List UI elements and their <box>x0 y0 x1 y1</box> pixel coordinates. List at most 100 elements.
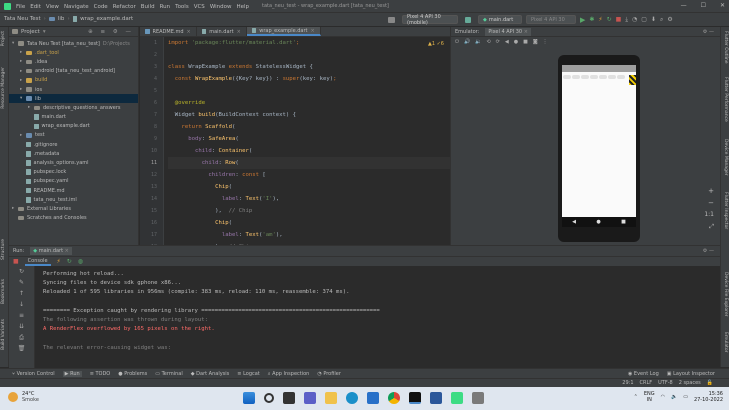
run-config-tab[interactable]: ◆ main.dart × <box>30 247 72 255</box>
hot-reload-icon[interactable]: ⚡ <box>598 16 602 23</box>
line-number[interactable]: 9 <box>140 133 163 145</box>
tree-item[interactable]: .metadata <box>9 149 138 158</box>
menu-tools[interactable]: Tools <box>175 4 189 10</box>
console-output[interactable]: Performing hot reload... Syncing files to… <box>43 270 720 353</box>
caret-position[interactable]: 29:1 <box>622 380 633 386</box>
hot-reload-icon[interactable]: ⚡ <box>57 258 61 265</box>
close-icon[interactable]: ✕ <box>720 2 725 9</box>
menu-build[interactable]: Build <box>141 4 155 10</box>
profiler-tool[interactable]: ◔ Profiler <box>317 371 341 377</box>
volume-down-icon[interactable]: 🔉 <box>475 39 481 45</box>
tab-main-dart[interactable]: main.dart × <box>197 27 247 36</box>
line-number[interactable]: 6 <box>140 97 163 109</box>
power-icon[interactable]: ⏻ <box>455 39 459 45</box>
run-config-selector[interactable]: ◆ main.dart <box>478 15 522 24</box>
chrome-icon[interactable] <box>388 392 400 404</box>
logcat-tool[interactable]: ≡ Logcat <box>237 371 260 377</box>
device-manager-icon[interactable]: ▢ <box>641 16 647 23</box>
bookmarks-tool-tab[interactable]: Bookmarks <box>1 279 6 304</box>
line-number[interactable]: 12 <box>140 169 163 181</box>
close-tab-icon[interactable]: × <box>311 28 315 34</box>
tree-item[interactable]: ▸ android [tata_neu_test_android] <box>9 67 138 76</box>
device-screen[interactable]: ◀ ● ■ <box>562 65 636 227</box>
sdk-manager-icon[interactable]: ⬇ <box>651 16 656 23</box>
app-icon[interactable] <box>472 392 484 404</box>
line-number[interactable]: 8 <box>140 121 163 133</box>
line-number[interactable]: 15 <box>140 205 163 217</box>
tab-console[interactable]: Console <box>24 258 51 266</box>
close-tab-icon[interactable]: × <box>65 248 69 254</box>
line-number[interactable]: 2 <box>140 49 163 61</box>
clear-all-icon[interactable]: 🗑 <box>9 343 34 354</box>
line-number[interactable]: 5 <box>140 85 163 97</box>
clock[interactable]: 15:36 27-10-2022 <box>694 391 723 403</box>
intellij-icon[interactable] <box>409 392 421 404</box>
debug-icon[interactable]: ✱ <box>589 16 594 23</box>
settings-icon[interactable]: ⚙ <box>667 16 672 23</box>
tree-item[interactable]: Scratches and Consoles <box>9 214 138 223</box>
project-tool-tab[interactable]: Project <box>1 31 6 46</box>
profile-icon[interactable]: ◔ <box>632 16 637 23</box>
event-log-tool[interactable]: ◉ Event Log <box>628 371 659 377</box>
line-number[interactable]: 4 <box>140 73 163 85</box>
emulator-device-tab[interactable]: Pixel 4 API 30 × <box>485 27 531 36</box>
hot-restart-icon[interactable]: ↻ <box>67 258 72 265</box>
structure-tool-tab[interactable]: Structure <box>1 239 6 260</box>
line-number[interactable]: 11 <box>140 157 163 169</box>
todo-tool[interactable]: ≡ TODO <box>90 371 111 377</box>
tree-item[interactable]: ▸ External Libraries <box>9 204 138 213</box>
volume-up-icon[interactable]: 🔊 <box>464 39 470 45</box>
flutter-performance-tool-tab[interactable]: Flutter Performance <box>723 77 728 122</box>
scroll-to-end-icon[interactable]: ⇊ <box>9 321 34 332</box>
chevron-down-icon[interactable]: ▾ <box>43 29 46 35</box>
wrench-icon[interactable]: ✎ <box>9 277 34 288</box>
menu-refactor[interactable]: Refactor <box>113 4 136 10</box>
zoom-in-icon[interactable]: + <box>708 187 714 195</box>
tree-item[interactable]: ▸ test <box>9 131 138 140</box>
resource-manager-tool-tab[interactable]: Resource Manager <box>1 67 6 109</box>
run-tool[interactable]: ▶ Run <box>62 370 82 377</box>
line-number[interactable]: 14 <box>140 193 163 205</box>
edge-icon[interactable] <box>346 392 358 404</box>
menu-vcs[interactable]: VCS <box>194 4 205 10</box>
menu-window[interactable]: Window <box>210 4 232 10</box>
minimize-icon[interactable]: — <box>681 2 687 9</box>
android-studio-icon[interactable] <box>451 392 463 404</box>
tray-overflow-icon[interactable]: ⌃ <box>634 394 638 400</box>
search-icon[interactable]: ⌕ <box>660 16 663 24</box>
wifi-icon[interactable]: ◠ <box>661 394 665 400</box>
tab-readme[interactable]: README.md × <box>140 27 197 36</box>
build-variants-tool-tab[interactable]: Build Variants <box>1 319 6 350</box>
print-icon[interactable]: ⎙ <box>9 332 34 343</box>
tree-item[interactable]: ▸ ios <box>9 85 138 94</box>
scroll-up-icon[interactable]: ↑ <box>9 288 34 299</box>
app-inspection-tool[interactable]: ⌕ App Inspection <box>268 371 310 377</box>
more-icon[interactable]: ⋮ <box>543 39 548 45</box>
flutter-inspector-tool-tab[interactable]: Flutter Inspector <box>723 192 728 229</box>
tree-item[interactable]: ▸ .idea <box>9 57 138 66</box>
zoom-out-icon[interactable]: − <box>708 199 714 207</box>
nav-recents-icon[interactable]: ■ <box>621 219 626 225</box>
line-number[interactable]: 1 <box>140 37 163 49</box>
breadcrumb-project[interactable]: Tata Neu Test <box>4 16 41 22</box>
tree-item[interactable]: wrap_example.dart <box>9 122 138 131</box>
overview-icon[interactable]: ■ <box>523 39 528 45</box>
attach-icon[interactable]: ⤓ <box>625 16 628 24</box>
menu-navigate[interactable]: Navigate <box>64 4 89 10</box>
screenshot-icon[interactable]: ◙ <box>533 39 538 45</box>
sync-icon[interactable] <box>465 16 471 23</box>
file-explorer-icon[interactable] <box>325 392 337 404</box>
tree-item[interactable]: README.md <box>9 186 138 195</box>
line-number[interactable]: 7 <box>140 109 163 121</box>
tree-item[interactable]: main.dart <box>9 113 138 122</box>
tree-item[interactable]: tata_neu_test.iml <box>9 195 138 204</box>
problems-tool[interactable]: ● Problems <box>118 371 147 377</box>
code-area[interactable]: import 'package:flutter/material.dart'; … <box>168 37 450 274</box>
line-number[interactable]: 16 <box>140 217 163 229</box>
task-view-icon[interactable] <box>283 392 295 404</box>
battery-icon[interactable]: ▭ <box>683 394 688 400</box>
speaker-icon[interactable]: 🔈 <box>671 394 677 400</box>
close-tab-icon[interactable]: × <box>524 29 528 35</box>
device-manager-tool-tab[interactable]: Device Manager <box>723 139 728 176</box>
maximize-icon[interactable]: ☐ <box>701 2 706 9</box>
